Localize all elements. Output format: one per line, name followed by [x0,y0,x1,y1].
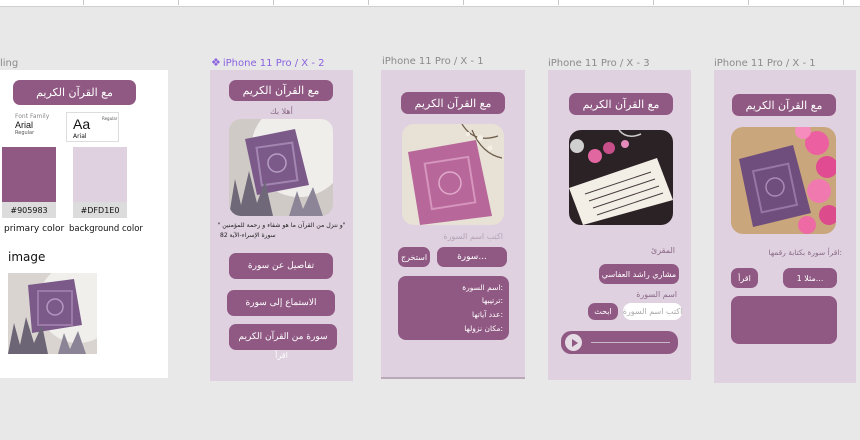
field-order: ترتيبها: [481,296,503,305]
font-weight: Regular [15,130,35,136]
primary-label: primary color [4,224,65,234]
audio-progress-track[interactable] [591,342,670,343]
reciter-select[interactable]: مشاري راشد العفاسي [599,264,679,284]
component-icon: ❖ [211,56,221,69]
app-title-pill: مع القرآن الكريم [229,80,333,101]
frame-label-text: iPhone 11 Pro / X - 2 [222,58,325,69]
background-hex: #DFD1E0 [73,202,127,218]
image-label: image [8,250,46,264]
app-title-pill: مع القرآن الكريم [732,94,836,116]
quran-image [229,119,333,216]
frame-label-style-board[interactable]: ling [0,58,18,69]
aa-font: Arial [73,133,87,140]
frame-label-details[interactable]: iPhone 11 Pro / X - 1 [382,56,484,67]
surah-details-button[interactable]: تفاصيل عن سورة [229,253,333,279]
quran-image-sample [8,273,97,354]
search-button[interactable]: ابحث [588,303,618,320]
surah-info-panel: اسم السورة: ترتيبها: عدد آياتها: مكان نز… [398,276,509,340]
surah-input-hint: اكتب اسم السورة [443,232,503,241]
app-title-pill: مع القرآن الكريم [569,93,673,115]
verse-reference: سورة الإسراء-الآية 82 [220,232,276,239]
app-title-pill: مع القرآن الكريم [401,92,505,114]
play-icon[interactable] [565,334,582,351]
aa-weight: Regular [102,116,118,121]
background-label: background color [69,224,143,234]
quran-image [569,130,673,225]
field-ayah-count: عدد آياتها: [472,310,503,319]
greeting: أهلا بك [270,107,293,116]
read-prompt: اقرأ سورة بكتابة رقمها: [768,248,842,257]
frame-label-read[interactable]: iPhone 11 Pro / X - 1 [714,58,816,69]
home-screen: مع القرآن الكريم أهلا بك " و ننزل من الق… [210,70,353,381]
extract-button[interactable]: استخرج [398,247,430,267]
quran-image [402,124,504,225]
listen-surah-button[interactable]: الاستماع إلى سورة [227,290,335,316]
primary-swatch: #905983 [2,147,56,218]
read-button[interactable]: اقرأ [731,268,758,288]
frame-label-listen[interactable]: iPhone 11 Pro / X - 3 [548,58,650,69]
style-board: مع القرآن الكريم Font Family Arial Regul… [0,70,168,378]
read-screen: مع القرآن الكريم اقرأ سورة بكتابة رقمها:… [714,70,856,383]
surah-number-input[interactable]: مثلا 1... [783,268,837,288]
listen-screen: مع القرآن الكريم المقرئ مشاري راشد العفا… [548,70,691,380]
field-revelation-place: مكان نزولها: [464,324,503,333]
primary-hex: #905983 [2,202,56,218]
surah-text-panel [731,296,837,344]
read-quran-button[interactable]: سورة من القرآن الكريم [229,324,337,350]
quran-image [731,127,836,234]
field-surah-name: اسم السورة: [462,283,503,292]
surah-name-input[interactable]: اكتب اسم السورة [623,303,682,320]
app-title-pill: مع القرآن الكريم [13,80,136,105]
top-ruler [0,0,860,7]
surah-details-screen: مع القرآن الكريم اكتب اسم السورة سورة...… [381,70,525,379]
audio-player [561,331,678,354]
font-sample-card: Aa Regular Arial [66,112,119,142]
read-label: اقرأ [275,351,288,360]
frame-label-home[interactable]: ❖ iPhone 11 Pro / X - 2 [211,56,324,69]
surah-name-label: اسم السورة [636,290,677,299]
reciter-label: المقرئ [650,246,675,255]
verse-text: " و ننزل من القرآن ما هو شفاء و رحمة للم… [217,222,346,229]
surah-name-input[interactable]: سورة... [437,247,507,267]
font-family-caption: Font Family [15,113,50,120]
aa-sample: Aa [73,116,91,132]
background-swatch: #DFD1E0 [73,147,127,218]
font-name: Arial [15,120,34,130]
